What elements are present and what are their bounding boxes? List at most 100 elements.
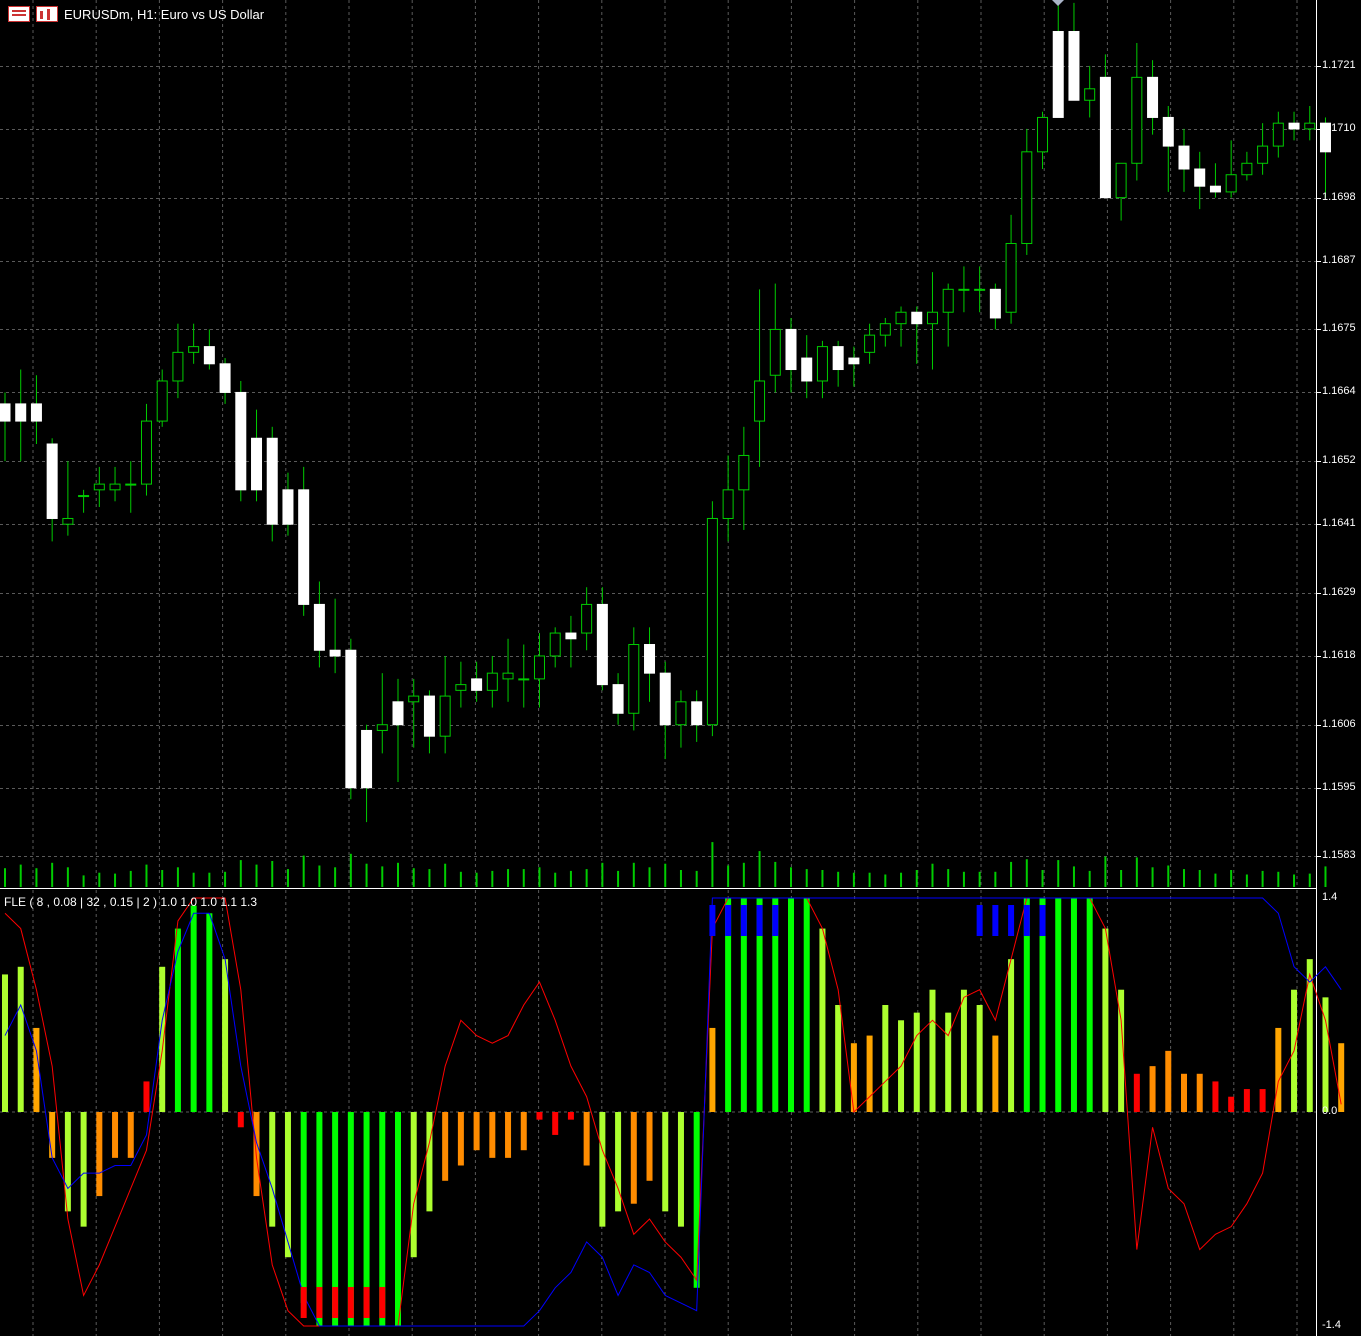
candle-body (93, 483, 105, 491)
histogram-bar (300, 1112, 307, 1304)
buy-marker (1008, 905, 1015, 936)
candle-body (172, 351, 184, 382)
candle-body (533, 655, 545, 680)
candle-body (439, 695, 451, 737)
candle-body (1225, 174, 1237, 193)
histogram-bar (615, 1112, 622, 1212)
bar-chart-icon[interactable] (36, 6, 58, 22)
histogram-bar (536, 1112, 543, 1120)
price-axis-label: 1.1595 (1322, 780, 1356, 793)
candle-body (958, 288, 970, 291)
table-icon[interactable] (8, 6, 30, 22)
candle-body (502, 672, 514, 680)
candle-body (1194, 168, 1206, 187)
candle-body (156, 380, 168, 422)
candle-body (1052, 31, 1064, 118)
histogram-bar (190, 905, 197, 1112)
candle-body (219, 363, 231, 393)
sell-marker (316, 1287, 323, 1318)
candle-body (738, 454, 750, 491)
candle-body (769, 328, 781, 376)
candle-body (361, 729, 373, 789)
candle-body (15, 403, 27, 422)
histogram-bar (1055, 898, 1062, 1112)
candle-body (895, 311, 907, 325)
candle-body (848, 357, 860, 365)
candle-body (46, 443, 58, 519)
candle-body (1115, 162, 1127, 199)
candle-body (1131, 76, 1143, 164)
histogram-bar (1070, 898, 1077, 1112)
candle-body (1304, 122, 1316, 130)
indicator-axis-label: 1.4 (1322, 891, 1338, 903)
candle-body (486, 672, 498, 691)
candle-body (1021, 151, 1033, 244)
candle-body (251, 437, 263, 491)
indicator-axis-label: 0.0 (1322, 1105, 1338, 1117)
candle-body (423, 695, 435, 737)
candle-body (408, 695, 420, 703)
high-marker-icon (1052, 0, 1064, 6)
histogram-bar (96, 1112, 103, 1197)
candle-body (1272, 122, 1284, 147)
price-axis-label: 1.1664 (1322, 385, 1356, 398)
candle-body (942, 288, 954, 313)
histogram-bar (976, 1005, 983, 1112)
candle-body (376, 724, 388, 731)
buy-marker (709, 905, 716, 936)
price-axis-label: 1.1618 (1322, 648, 1356, 661)
price-axis-label: 1.1687 (1322, 253, 1356, 266)
histogram-bar (237, 1112, 244, 1128)
candle-body (926, 311, 938, 325)
histogram-bar (442, 1112, 449, 1181)
candle-body (140, 420, 152, 485)
candle-body (549, 632, 561, 657)
candle-body (722, 489, 734, 519)
price-axis-label: 1.1652 (1322, 454, 1356, 467)
histogram-bar (143, 1081, 150, 1112)
candle-body (675, 701, 687, 726)
chart-canvas[interactable] (0, 0, 1361, 1336)
histogram-bar (599, 1112, 606, 1227)
histogram-bar (410, 1112, 417, 1258)
buy-marker (1023, 905, 1030, 936)
histogram-bar (803, 898, 810, 1112)
histogram-bar (866, 1035, 873, 1112)
candle-body (298, 489, 310, 605)
histogram-bar (206, 913, 213, 1112)
chart-title-bar: EURUSDm, H1: Euro vs US Dollar (8, 5, 264, 23)
histogram-bar (709, 1027, 716, 1112)
histogram-bar (1102, 928, 1109, 1112)
histogram-bar (567, 1112, 574, 1120)
buy-marker (1039, 905, 1046, 936)
candle-body (78, 495, 90, 498)
histogram-bar (1212, 1081, 1219, 1112)
candle-body (266, 437, 278, 525)
histogram-bar (80, 1112, 87, 1227)
chart-title: EURUSDm, H1: Euro vs US Dollar (64, 6, 265, 22)
candle-body (1099, 76, 1111, 199)
candle-body (864, 334, 876, 353)
candle-body (125, 483, 137, 486)
buy-marker (756, 905, 763, 936)
candle-body (0, 403, 11, 422)
candle-body (754, 380, 766, 422)
histogram-bar (1149, 1066, 1156, 1112)
histogram-bar (505, 1112, 512, 1158)
candle-body (1178, 145, 1190, 170)
buy-marker (740, 905, 747, 936)
price-axis-label: 1.1675 (1322, 322, 1356, 335)
candle-body (235, 391, 247, 491)
histogram-bar (960, 989, 967, 1112)
histogram-bar (552, 1112, 559, 1135)
candle-body (203, 346, 215, 365)
candle-body (596, 603, 608, 686)
histogram-bar (112, 1112, 119, 1158)
candle-body (691, 701, 703, 726)
candle-body (1068, 31, 1080, 101)
price-axis-label: 1.1698 (1322, 190, 1356, 203)
buy-marker (725, 905, 732, 936)
candle-body (1162, 116, 1174, 147)
histogram-bar (882, 1005, 889, 1112)
histogram-bar (1259, 1089, 1266, 1112)
